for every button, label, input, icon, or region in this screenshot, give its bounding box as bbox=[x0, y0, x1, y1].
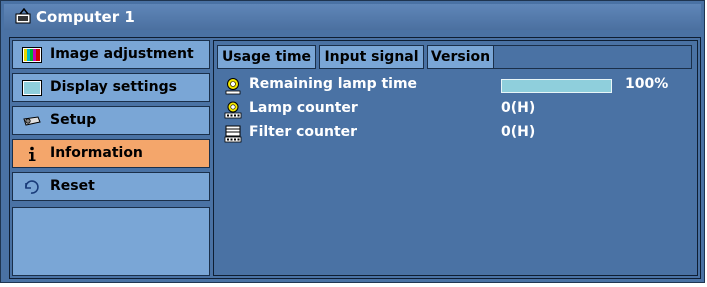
remaining-lamp-row: Remaining lamp time 100% bbox=[214, 75, 694, 97]
sidebar-item-label: Reset bbox=[50, 178, 95, 194]
tab-version[interactable]: Version bbox=[427, 45, 494, 69]
lamp-counter-value: 0(H) bbox=[501, 100, 536, 116]
filter-counter-icon bbox=[224, 125, 242, 143]
title-bar: Computer 1 bbox=[4, 4, 701, 30]
projector-icon bbox=[23, 116, 41, 126]
tab-bar-filler bbox=[494, 45, 692, 69]
color-bars-icon bbox=[22, 47, 42, 63]
remaining-lamp-progress bbox=[501, 79, 612, 93]
tab-usage-time[interactable]: Usage time bbox=[217, 45, 316, 69]
lamp-icon bbox=[225, 78, 241, 95]
sidebar-item-label: Image adjustment bbox=[50, 46, 194, 62]
remaining-lamp-label: Remaining lamp time bbox=[249, 76, 418, 92]
menu-body: Image adjustment Display settings Setup bbox=[9, 37, 701, 279]
lamp-counter-icon bbox=[224, 101, 242, 119]
information-panel: Usage time Input signal Version Remainin… bbox=[213, 40, 698, 276]
sidebar-item-display-settings[interactable]: Display settings bbox=[12, 73, 210, 102]
lamp-counter-label: Lamp counter bbox=[249, 100, 358, 116]
osd-menu-window: Computer 1 Image adjustment Display sett… bbox=[0, 0, 705, 283]
sidebar-item-image-adjustment[interactable]: Image adjustment bbox=[12, 40, 210, 69]
remaining-lamp-value: 100% bbox=[625, 76, 669, 92]
sidebar-empty-area bbox=[12, 207, 210, 276]
info-icon bbox=[29, 146, 36, 161]
filter-counter-row: Filter counter 0(H) bbox=[214, 123, 694, 145]
sidebar-item-reset[interactable]: Reset bbox=[12, 172, 210, 201]
sidebar: Image adjustment Display settings Setup bbox=[12, 40, 210, 276]
sidebar-item-setup[interactable]: Setup bbox=[12, 106, 210, 135]
sidebar-item-label: Setup bbox=[50, 112, 97, 128]
window-title: Computer 1 bbox=[36, 8, 135, 26]
monitor-icon bbox=[22, 80, 42, 96]
sidebar-item-label: Display settings bbox=[50, 79, 177, 95]
tab-input-signal[interactable]: Input signal bbox=[319, 45, 424, 69]
reset-icon bbox=[25, 180, 39, 194]
filter-counter-label: Filter counter bbox=[249, 124, 358, 140]
filter-counter-value: 0(H) bbox=[501, 124, 536, 140]
sidebar-item-information[interactable]: Information bbox=[12, 139, 210, 168]
computer-input-icon bbox=[15, 8, 31, 24]
sidebar-item-label: Information bbox=[50, 145, 143, 161]
lamp-counter-row: Lamp counter 0(H) bbox=[214, 99, 694, 121]
